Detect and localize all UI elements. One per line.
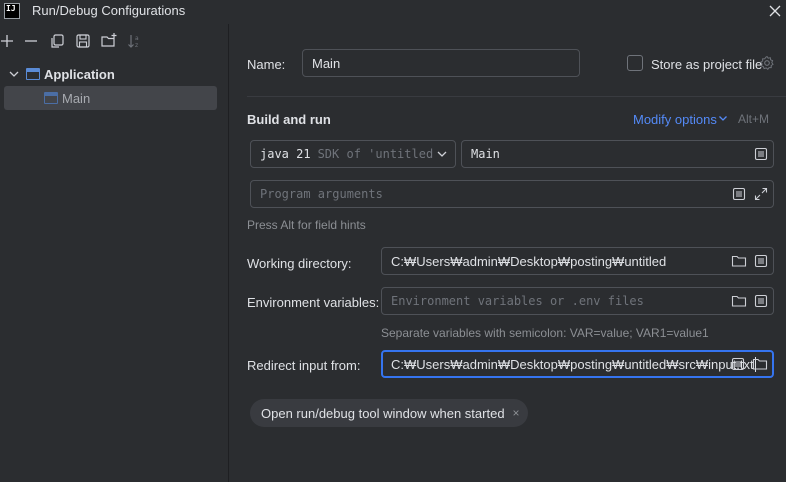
browse-list-icon[interactable] bbox=[753, 293, 769, 309]
application-config-icon bbox=[44, 92, 58, 104]
name-label: Name: bbox=[247, 57, 286, 72]
build-and-run-title: Build and run bbox=[247, 112, 331, 127]
store-as-project-file-label: Store as project file bbox=[651, 57, 763, 72]
redirect-input-value: C:₩Users₩admin₩Desktop₩posting₩untitled₩… bbox=[391, 356, 754, 372]
svg-text:a: a bbox=[135, 35, 139, 42]
save-icon[interactable] bbox=[74, 32, 92, 50]
main-class-field[interactable]: Main bbox=[461, 140, 774, 168]
environment-variables-field[interactable]: Environment variables or .env files bbox=[381, 287, 774, 315]
close-icon[interactable] bbox=[766, 2, 784, 20]
new-folder-icon[interactable] bbox=[100, 32, 118, 50]
jdk-description: SDK of 'untitled bbox=[317, 147, 434, 161]
store-as-project-file-checkbox[interactable] bbox=[627, 55, 643, 71]
tree-group-label: Application bbox=[44, 66, 115, 82]
run-debug-configurations-dialog: IJ Run/Debug Configurations a z Applicat… bbox=[0, 0, 786, 482]
name-value: Main bbox=[312, 55, 341, 71]
redirect-input-label: Redirect input from: bbox=[247, 358, 361, 373]
working-directory-field[interactable]: C:₩Users₩admin₩Desktop₩posting₩untitled bbox=[381, 247, 774, 275]
environment-variables-hint: Separate variables with semicolon: VAR=v… bbox=[381, 326, 709, 340]
copy-icon[interactable] bbox=[48, 32, 66, 50]
tree-item-main[interactable]: Main bbox=[4, 86, 217, 110]
redirect-input-field[interactable]: C:₩Users₩admin₩Desktop₩posting₩untitled₩… bbox=[381, 350, 774, 378]
configuration-editor: Name: Main Store as project file Build a… bbox=[230, 24, 786, 482]
browse-list-icon[interactable] bbox=[753, 146, 769, 162]
sort-icon: a z bbox=[128, 35, 139, 49]
jdk-version: java 21 bbox=[260, 147, 311, 161]
sidebar-toolbar: a z bbox=[0, 32, 229, 54]
browse-list-icon[interactable] bbox=[731, 186, 747, 202]
browse-list-icon[interactable] bbox=[753, 253, 769, 269]
program-arguments-placeholder: Program arguments bbox=[260, 187, 383, 201]
application-config-icon bbox=[26, 68, 40, 80]
environment-variables-label: Environment variables: bbox=[247, 295, 380, 310]
working-directory-value: C:₩Users₩admin₩Desktop₩posting₩untitled bbox=[391, 253, 667, 269]
remove-icon[interactable] bbox=[22, 32, 40, 50]
folder-icon[interactable] bbox=[731, 293, 747, 309]
configurations-sidebar: a z Application Main bbox=[0, 24, 229, 482]
name-field[interactable]: Main bbox=[302, 49, 580, 77]
intellij-logo-icon: IJ bbox=[4, 3, 20, 19]
open-tool-window-chip[interactable]: Open run/debug tool window when started … bbox=[250, 399, 528, 427]
title-bar: IJ Run/Debug Configurations bbox=[0, 0, 786, 24]
chip-label: Open run/debug tool window when started bbox=[261, 405, 505, 421]
working-directory-label: Working directory: bbox=[247, 256, 352, 271]
chevron-down-icon[interactable] bbox=[435, 147, 449, 161]
jdk-selector[interactable]: java 21 SDK of 'untitled bbox=[250, 140, 456, 168]
modify-options-link[interactable]: Modify options bbox=[633, 112, 717, 127]
svg-text:z: z bbox=[135, 42, 138, 49]
browse-list-icon[interactable] bbox=[730, 356, 746, 372]
window-title: Run/Debug Configurations bbox=[32, 3, 186, 18]
chip-close-icon[interactable]: × bbox=[513, 406, 520, 420]
main-class-value: Main bbox=[471, 147, 500, 161]
tree-item-label: Main bbox=[62, 90, 91, 106]
gear-icon[interactable] bbox=[759, 55, 775, 71]
folder-icon[interactable] bbox=[752, 356, 768, 372]
expand-icon[interactable] bbox=[753, 186, 769, 202]
chevron-down-icon[interactable] bbox=[717, 112, 729, 124]
tree-group-application[interactable]: Application bbox=[4, 62, 219, 86]
modify-options-shortcut: Alt+M bbox=[738, 112, 770, 126]
add-icon[interactable] bbox=[0, 32, 16, 50]
field-hint-text: Press Alt for field hints bbox=[247, 218, 366, 232]
header-separator bbox=[247, 96, 786, 97]
chevron-down-icon[interactable] bbox=[6, 66, 22, 82]
folder-icon[interactable] bbox=[731, 253, 747, 269]
environment-variables-placeholder: Environment variables or .env files bbox=[391, 294, 644, 308]
program-arguments-field[interactable]: Program arguments bbox=[250, 180, 774, 208]
